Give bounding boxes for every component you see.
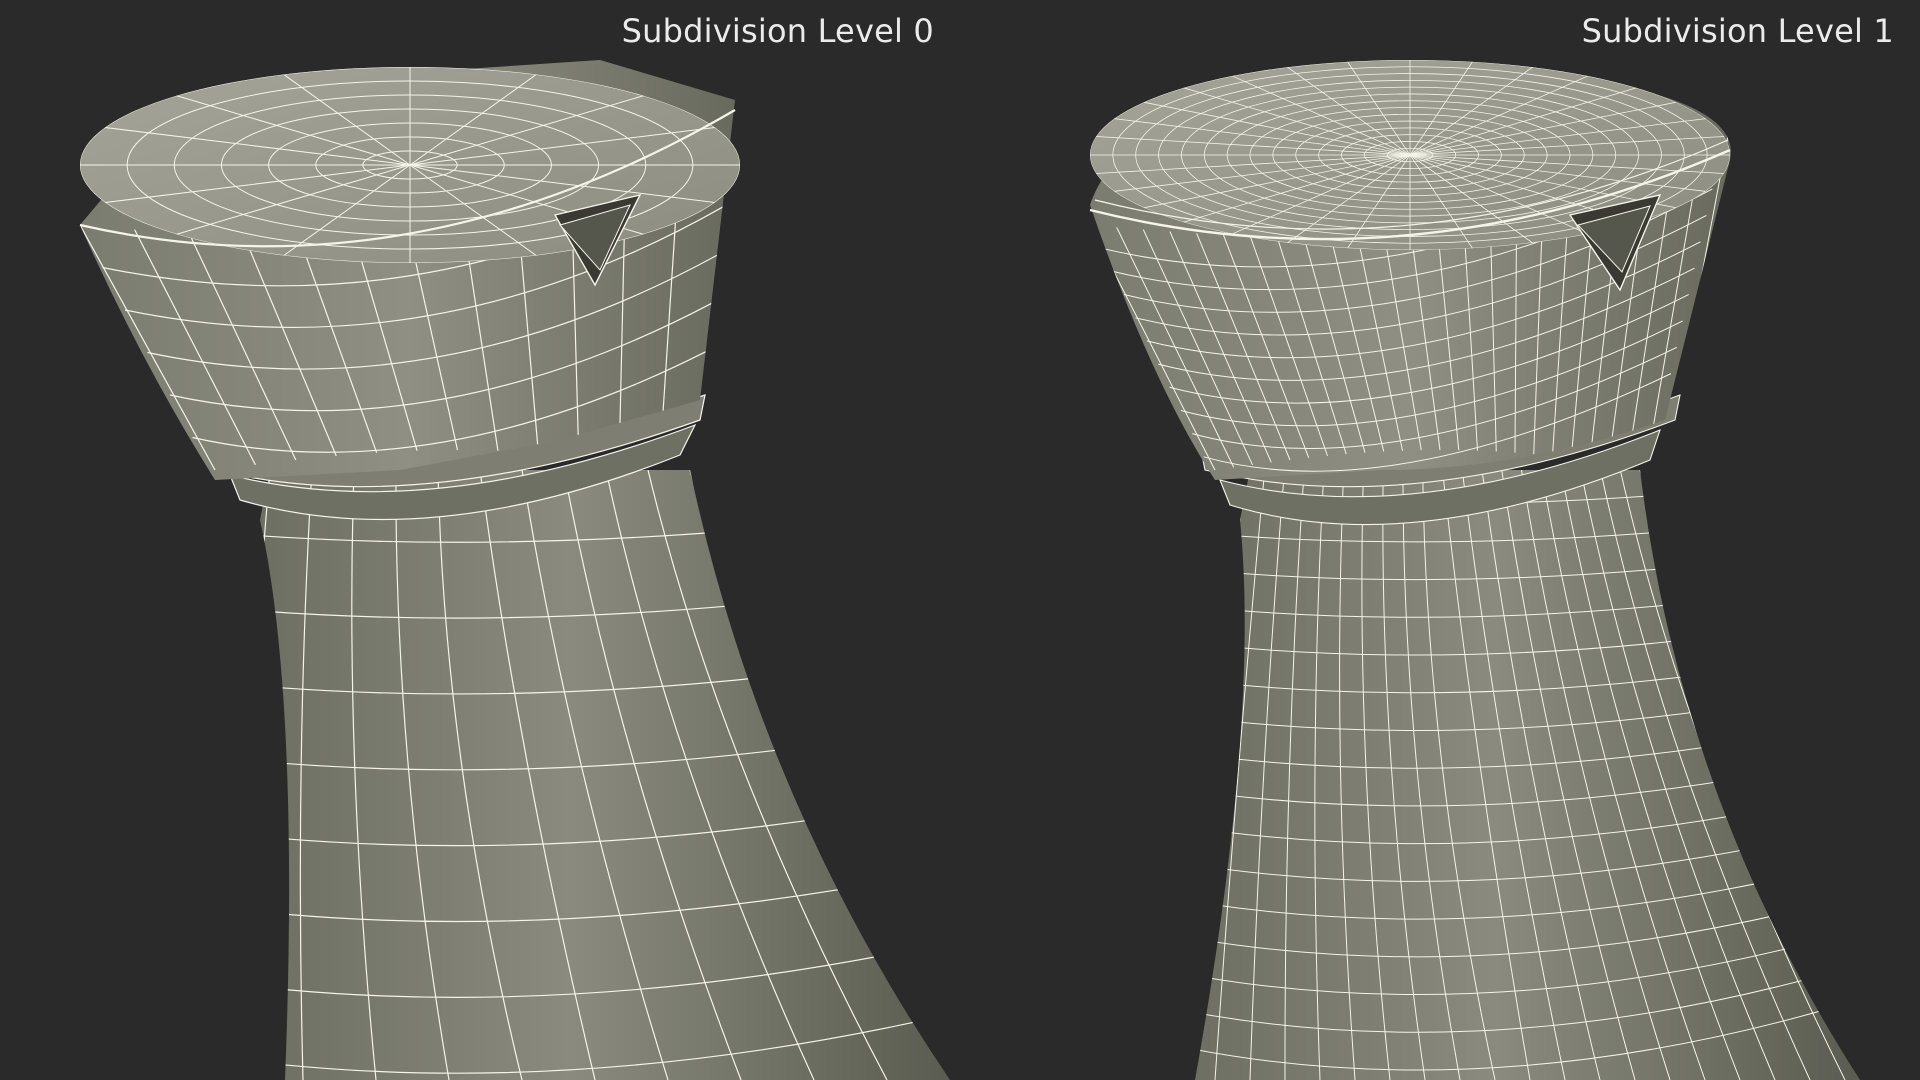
viewport-subdivision-level-1: Subdivision Level 1 [960, 0, 1920, 1080]
render-canvas: Subdivision Level 0 Subdivision Level 1 [0, 0, 1920, 1080]
wireframe-model-level-0 [79, 60, 950, 1080]
viewport-title: Subdivision Level 0 [621, 12, 934, 50]
viewport-title: Subdivision Level 1 [1581, 12, 1894, 50]
mesh-edge [260, 470, 271, 1080]
wireframe-model-level-1 [1089, 60, 1860, 1080]
viewport-subdivision-level-0: Subdivision Level 0 [0, 0, 960, 1080]
